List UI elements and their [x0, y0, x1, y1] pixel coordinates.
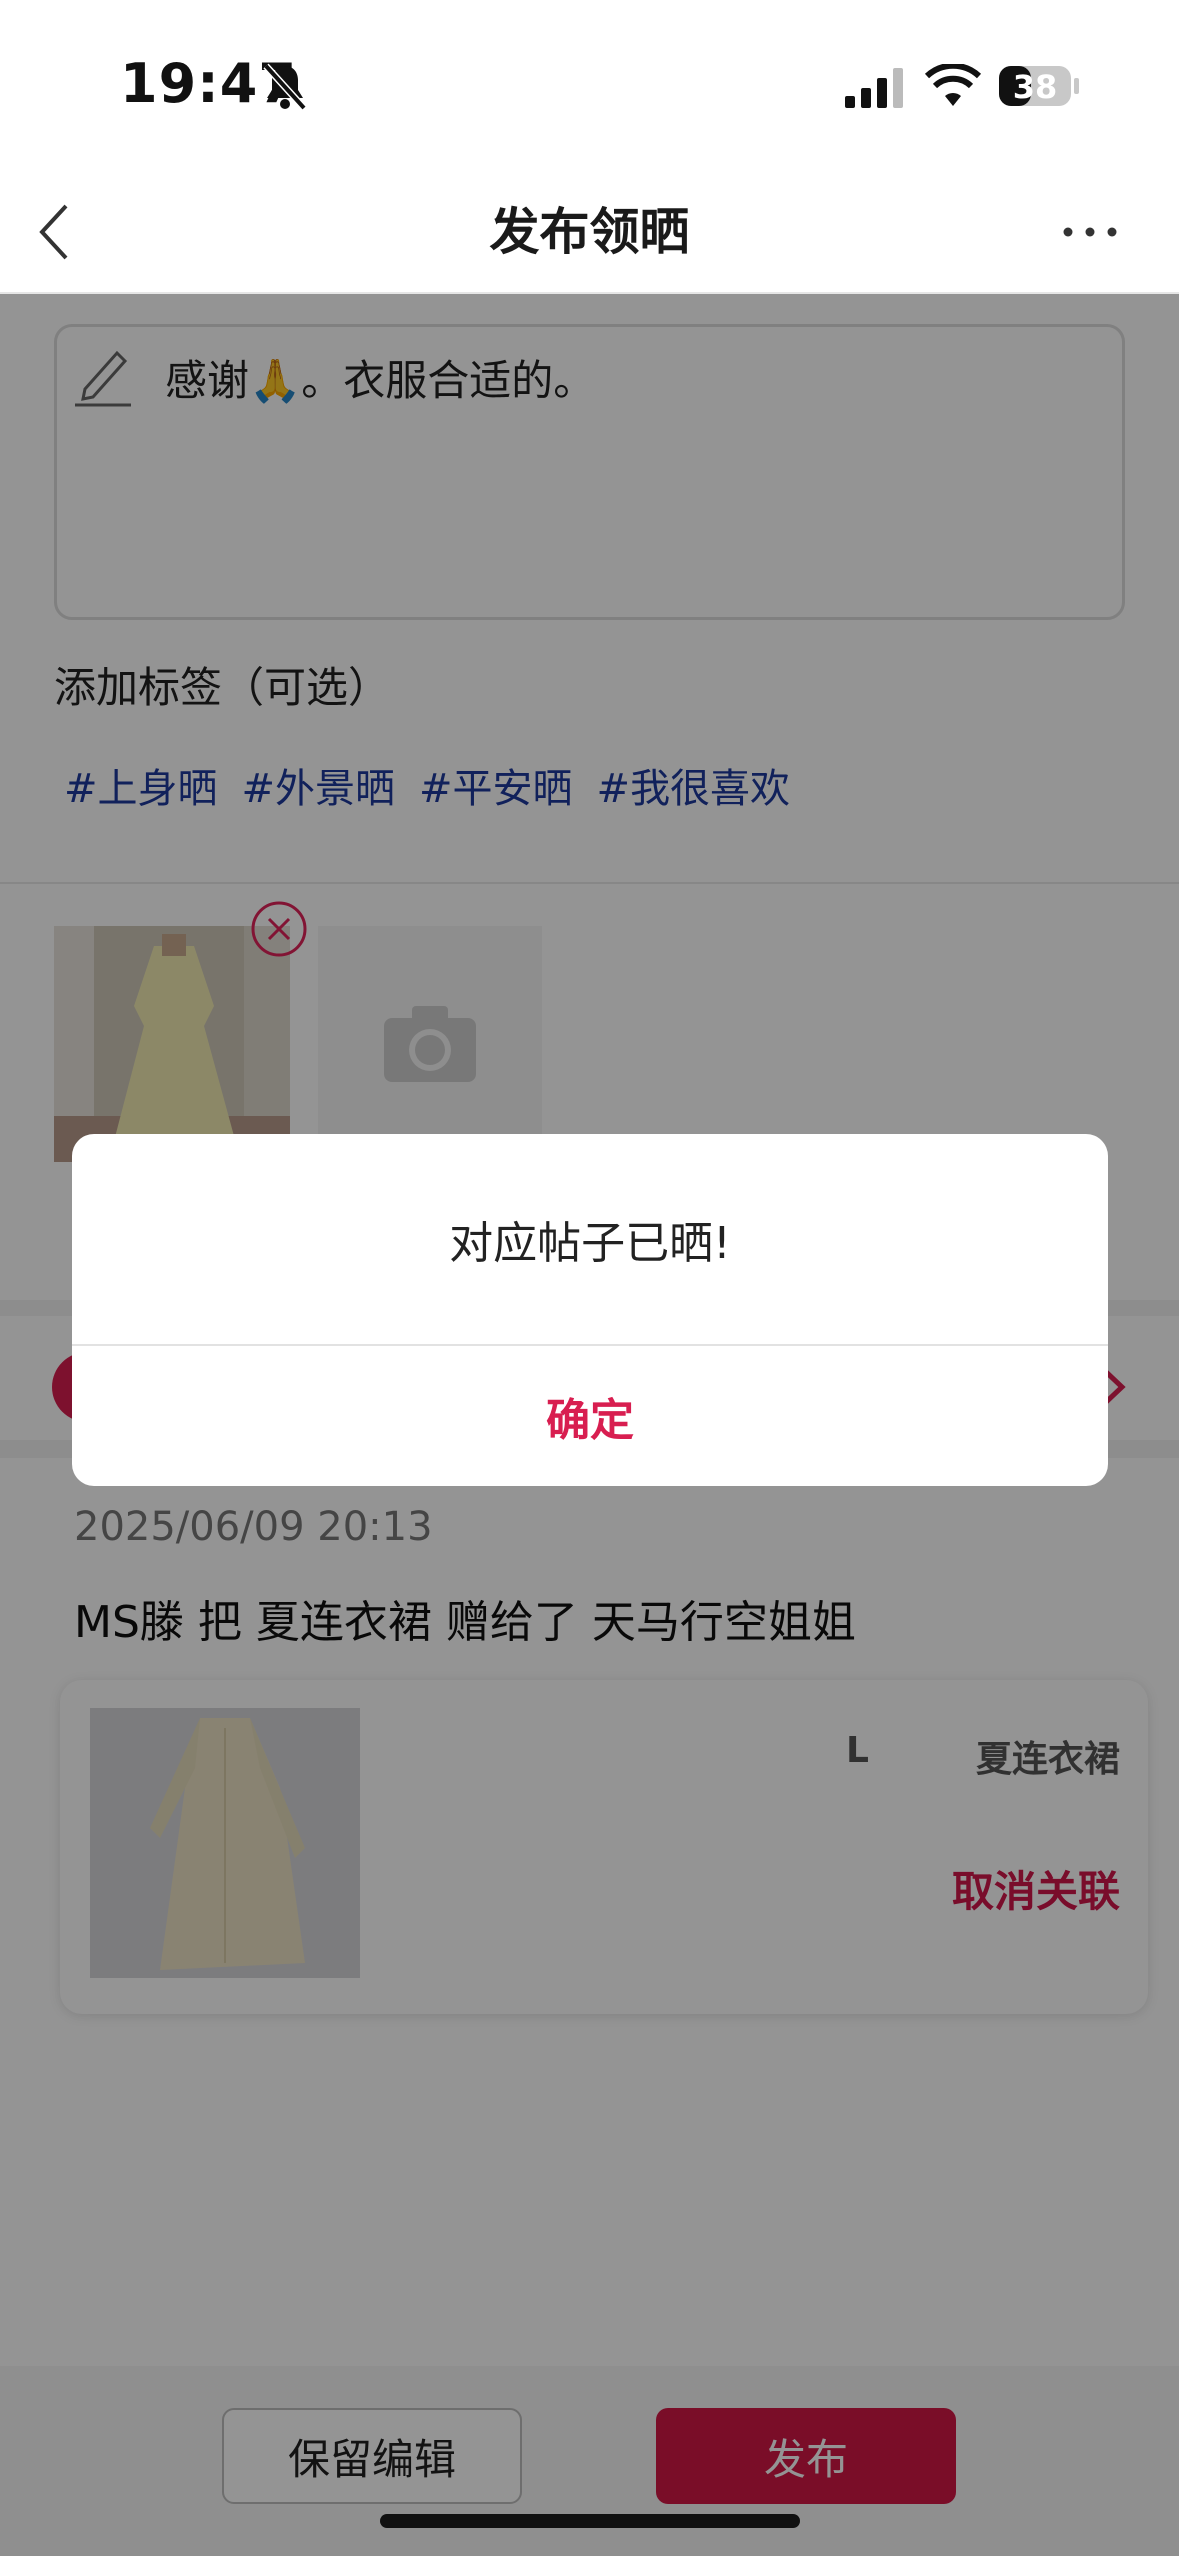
- bell-slash-icon: [263, 63, 307, 111]
- confirm-button[interactable]: 确定: [72, 1346, 1108, 1486]
- alert-dialog: 对应帖子已晒! 确定: [72, 1134, 1108, 1486]
- signal-icon: [845, 68, 903, 108]
- dialog-message: 对应帖子已晒!: [449, 1218, 731, 1269]
- status-bar: 19:47 38: [0, 0, 1179, 170]
- battery-icon: 38: [998, 64, 1080, 108]
- battery-level: 38: [1012, 68, 1058, 106]
- page-title: 发布领晒: [489, 203, 690, 261]
- home-indicator: [380, 2514, 800, 2528]
- more-icon[interactable]: [1060, 220, 1120, 244]
- wifi-icon: [925, 64, 981, 106]
- nav-bar: 发布领晒: [0, 170, 1179, 294]
